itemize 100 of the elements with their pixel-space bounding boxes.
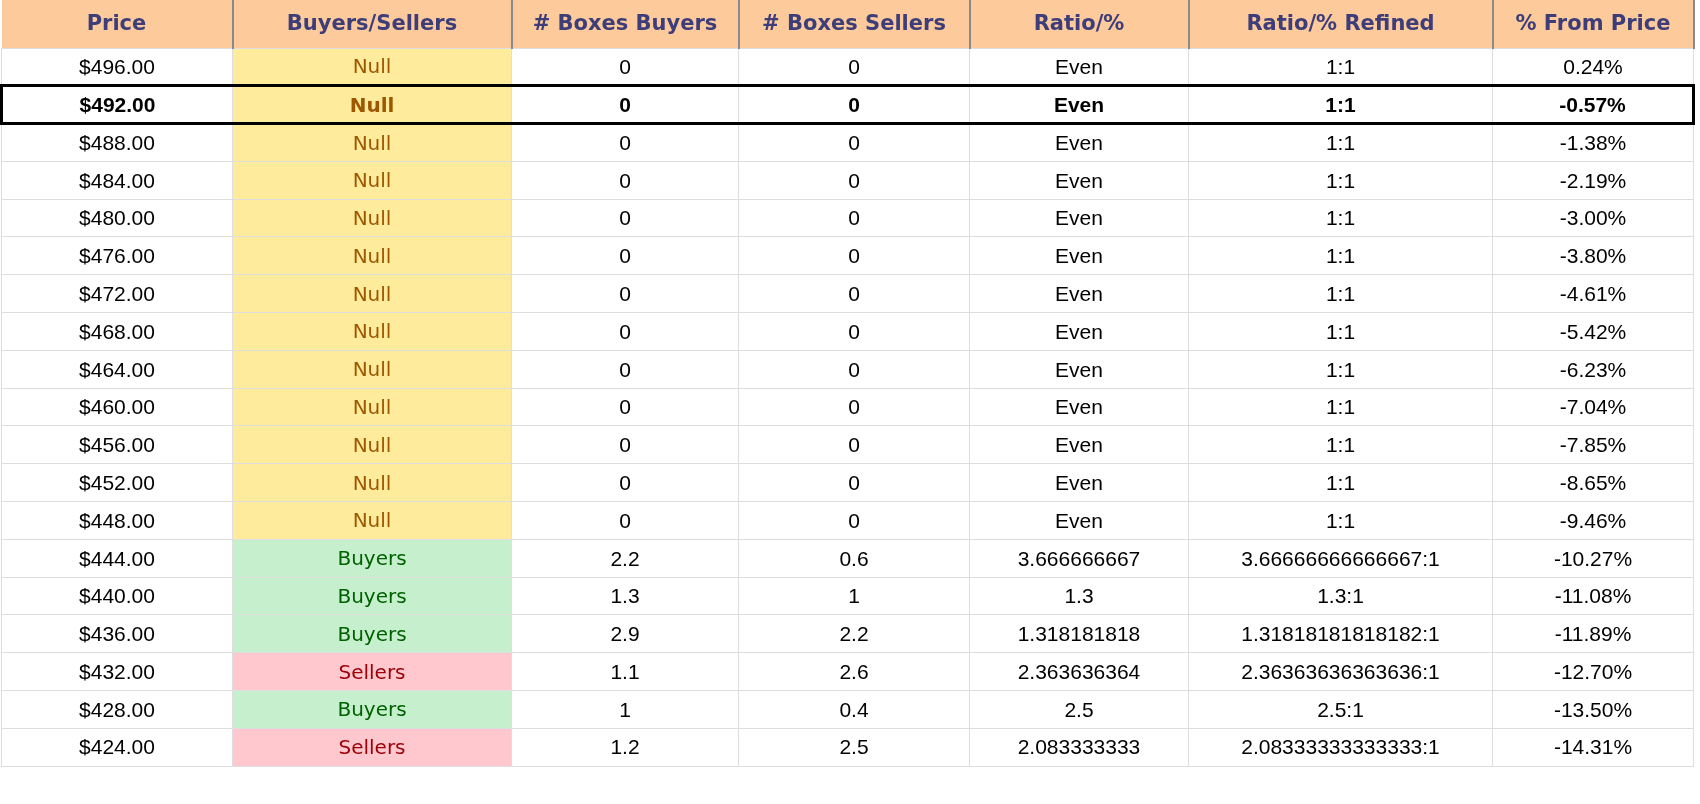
- table-cell: 0: [738, 123, 970, 162]
- column-header: Buyers/Sellers: [232, 0, 512, 48]
- table-cell: Null: [232, 48, 512, 86]
- table-cell: $440.00: [1, 577, 233, 615]
- table-cell: $476.00: [1, 237, 233, 275]
- table-cell: $428.00: [1, 690, 233, 729]
- table-cell: Null: [232, 123, 512, 162]
- table-cell: 1.3: [511, 577, 739, 615]
- table-cell: Null: [232, 161, 512, 200]
- table-cell: 0: [738, 199, 970, 237]
- table-cell: 0: [511, 123, 739, 162]
- table-cell: 1:1: [1188, 350, 1493, 389]
- table-cell: 2.083333333: [969, 728, 1189, 767]
- table-cell: 1.2: [511, 728, 739, 767]
- table-cell: 0: [511, 388, 739, 426]
- table-cell: Buyers: [232, 539, 512, 578]
- table-cell: 1:1: [1188, 425, 1493, 464]
- table-cell: 0: [511, 425, 739, 464]
- table-cell: 2.36363636363636:1: [1188, 652, 1493, 691]
- table-cell: -11.89%: [1492, 614, 1694, 653]
- table-cell: Null: [232, 501, 512, 540]
- table-cell: 1.1: [511, 652, 739, 691]
- table-cell: -9.46%: [1492, 501, 1694, 540]
- table-cell: -2.19%: [1492, 161, 1694, 200]
- table-cell: -6.23%: [1492, 350, 1694, 389]
- table-cell: Even: [969, 85, 1189, 124]
- table-cell: $468.00: [1, 312, 233, 351]
- table-cell: -10.27%: [1492, 539, 1694, 578]
- table-cell: Buyers: [232, 577, 512, 615]
- table-cell: 0: [511, 274, 739, 313]
- table-cell: Null: [232, 85, 512, 124]
- table-cell: 0: [511, 312, 739, 351]
- table-cell: -0.57%: [1492, 85, 1694, 124]
- table-cell: 1:1: [1188, 199, 1493, 237]
- table-cell: Even: [969, 123, 1189, 162]
- table-cell: 1:1: [1188, 161, 1493, 200]
- table-cell: 0: [738, 237, 970, 275]
- table-cell: 1.3:1: [1188, 577, 1493, 615]
- table-cell: $424.00: [1, 728, 233, 767]
- table-cell: 0.6: [738, 539, 970, 578]
- table-cell: -3.80%: [1492, 237, 1694, 275]
- table-cell: 1.31818181818182:1: [1188, 614, 1493, 653]
- table-cell: $444.00: [1, 539, 233, 578]
- table-cell: 2.08333333333333:1: [1188, 728, 1493, 767]
- table-cell: $464.00: [1, 350, 233, 389]
- table-cell: Even: [969, 312, 1189, 351]
- table-cell: Even: [969, 48, 1189, 86]
- table-cell: Even: [969, 388, 1189, 426]
- table-cell: 2.9: [511, 614, 739, 653]
- table-cell: -3.00%: [1492, 199, 1694, 237]
- table-cell: 0: [511, 350, 739, 389]
- table-cell: $496.00: [1, 48, 233, 86]
- table-cell: $448.00: [1, 501, 233, 540]
- table-cell: 1:1: [1188, 85, 1493, 124]
- table-cell: 1:1: [1188, 274, 1493, 313]
- table-cell: 1: [511, 690, 739, 729]
- table-cell: -14.31%: [1492, 728, 1694, 767]
- table-cell: 1:1: [1188, 123, 1493, 162]
- column-header: # Boxes Sellers: [738, 0, 970, 48]
- table-cell: 3.66666666666667:1: [1188, 539, 1493, 578]
- table-cell: Even: [969, 350, 1189, 389]
- table-cell: 2.5: [738, 728, 970, 767]
- table-cell: 0: [511, 48, 739, 86]
- table-cell: Buyers: [232, 614, 512, 653]
- table-cell: $460.00: [1, 388, 233, 426]
- table-cell: 0: [738, 350, 970, 389]
- table-cell: Null: [232, 274, 512, 313]
- table-cell: $480.00: [1, 199, 233, 237]
- table-cell: 0: [738, 274, 970, 313]
- table-cell: 1:1: [1188, 312, 1493, 351]
- table-cell: 1: [738, 577, 970, 615]
- table-cell: 1:1: [1188, 501, 1493, 540]
- table-cell: 2.6: [738, 652, 970, 691]
- table-cell: 1:1: [1188, 463, 1493, 502]
- table-cell: Sellers: [232, 652, 512, 691]
- table-cell: 2.2: [738, 614, 970, 653]
- table-cell: Even: [969, 237, 1189, 275]
- table-cell: $488.00: [1, 123, 233, 162]
- column-header: # Boxes Buyers: [511, 0, 739, 48]
- table-cell: $432.00: [1, 652, 233, 691]
- table-cell: Null: [232, 199, 512, 237]
- table-cell: 2.5:1: [1188, 690, 1493, 729]
- table-cell: Even: [969, 161, 1189, 200]
- table-cell: 0: [511, 161, 739, 200]
- table-cell: Null: [232, 312, 512, 351]
- table-cell: 0.4: [738, 690, 970, 729]
- table-cell: 0: [511, 237, 739, 275]
- table-cell: 0: [738, 48, 970, 86]
- table-cell: -7.85%: [1492, 425, 1694, 464]
- table-cell: Buyers: [232, 690, 512, 729]
- column-header: Ratio/% Refined: [1188, 0, 1493, 48]
- table-cell: Even: [969, 501, 1189, 540]
- table-cell: -4.61%: [1492, 274, 1694, 313]
- table-cell: -13.50%: [1492, 690, 1694, 729]
- table-cell: $452.00: [1, 463, 233, 502]
- table-cell: -11.08%: [1492, 577, 1694, 615]
- table-cell: 1:1: [1188, 237, 1493, 275]
- column-header: Price: [1, 0, 233, 48]
- column-header: Ratio/%: [969, 0, 1189, 48]
- column-header: % From Price: [1492, 0, 1694, 48]
